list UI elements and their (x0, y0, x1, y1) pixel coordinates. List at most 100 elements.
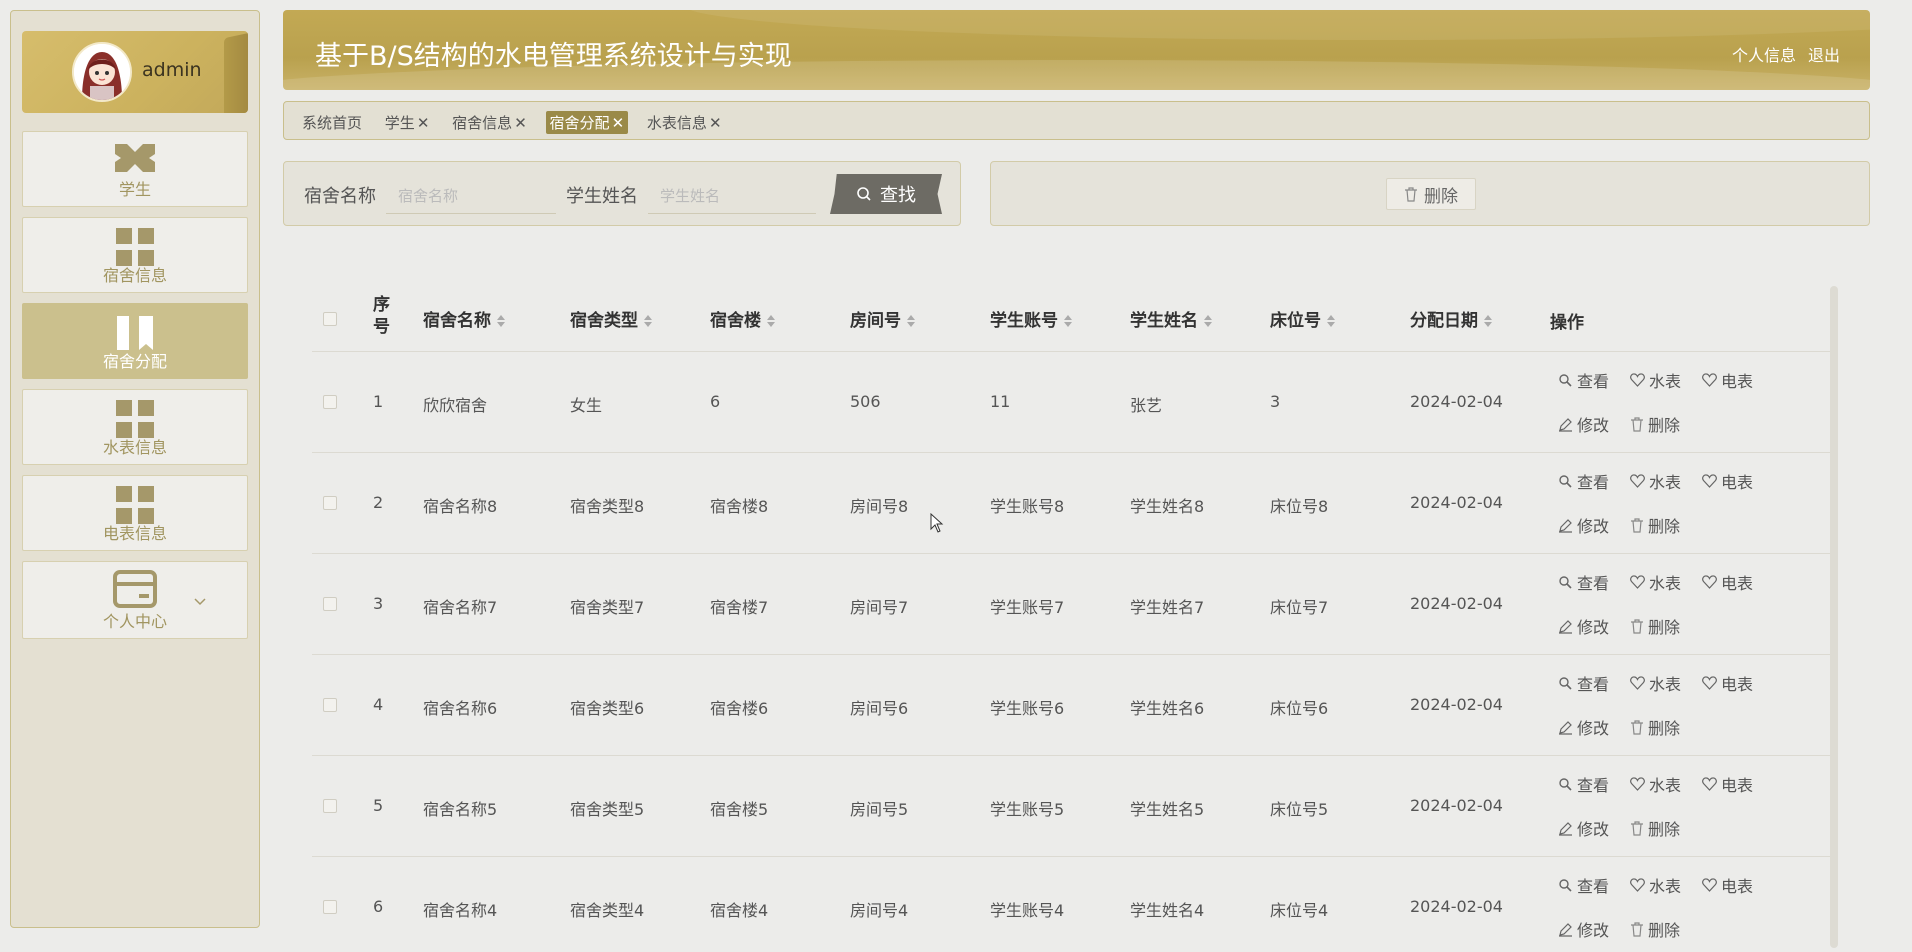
cell-bed: 床位号4 (1270, 901, 1329, 920)
col-student[interactable]: 学生姓名 (1130, 306, 1212, 331)
col-bed[interactable]: 床位号 (1270, 306, 1335, 331)
sort-icon[interactable] (1327, 314, 1335, 328)
edit-button[interactable]: 修改 (1558, 715, 1609, 739)
col-label: 床位号 (1270, 311, 1321, 331)
delete-button[interactable]: 删除 (1630, 412, 1680, 436)
col-dorm-name[interactable]: 宿舍名称 (423, 306, 505, 331)
cell-index: 5 (373, 796, 384, 815)
close-icon[interactable]: ✕ (514, 114, 527, 132)
student-name-label: 学生姓名 (566, 186, 638, 207)
water-meter-button[interactable]: 水表 (1630, 368, 1681, 392)
col-ops: 操作 (1550, 313, 1584, 333)
sort-icon[interactable] (767, 314, 775, 328)
cell-dorm-name: 欣欣宿舍 (423, 396, 488, 415)
sidebar-item-dorm-info[interactable]: 宿舍信息 (22, 217, 248, 293)
water-meter-icon (1630, 373, 1645, 387)
electric-meter-button[interactable]: 电表 (1702, 368, 1753, 392)
tab-dorm-info[interactable]: 宿舍信息 ✕ (448, 111, 531, 134)
sort-icon[interactable] (1064, 314, 1072, 328)
view-button[interactable]: 查看 (1558, 772, 1609, 796)
cell-date: 2024-02-04 (1410, 695, 1503, 714)
electric-meter-label: 电表 (1721, 473, 1754, 492)
student-name-input[interactable] (648, 178, 816, 214)
sidebar-item-student[interactable]: 学生 (22, 131, 248, 207)
sidebar-item-water-meter[interactable]: 水表信息 (22, 389, 248, 465)
sort-icon[interactable] (644, 314, 652, 328)
water-meter-icon (1630, 575, 1645, 589)
avatar[interactable] (72, 42, 132, 102)
edit-button[interactable]: 修改 (1558, 816, 1609, 840)
cell-bed: 床位号7 (1270, 598, 1329, 617)
tab-dorm-assign[interactable]: 宿舍分配 ✕ (545, 111, 629, 134)
tab-label: 宿舍分配 (549, 114, 610, 132)
cell-account: 学生账号6 (990, 699, 1065, 718)
delete-button[interactable]: 删除 (1630, 715, 1680, 739)
tab-student[interactable]: 学生 ✕ (381, 111, 434, 134)
col-account[interactable]: 学生账号 (990, 306, 1072, 331)
cell-dorm-type: 宿舍类型4 (570, 901, 645, 920)
tab-home[interactable]: 系统首页 (298, 111, 366, 134)
sidebar-item-dorm-assign[interactable]: 宿舍分配 (22, 303, 248, 379)
batch-delete-button[interactable]: 删除 (1386, 178, 1476, 210)
delete-button[interactable]: 删除 (1630, 614, 1680, 638)
sort-icon[interactable] (497, 314, 505, 328)
search-icon (857, 187, 871, 201)
scrollbar[interactable] (1830, 286, 1838, 948)
water-meter-icon (1630, 474, 1645, 488)
view-button[interactable]: 查看 (1558, 368, 1609, 392)
view-button[interactable]: 查看 (1558, 873, 1609, 897)
view-button[interactable]: 查看 (1558, 469, 1609, 493)
search-button[interactable]: 查找 (830, 174, 942, 214)
electric-meter-button[interactable]: 电表 (1702, 671, 1753, 695)
profile-link[interactable]: 个人信息 (1732, 46, 1796, 65)
edit-button[interactable]: 修改 (1558, 412, 1609, 436)
close-icon[interactable]: ✕ (612, 114, 625, 132)
sidebar-item-personal-center[interactable]: 个人中心 (22, 561, 248, 639)
edit-button[interactable]: 修改 (1558, 614, 1609, 638)
water-meter-button[interactable]: 水表 (1630, 671, 1681, 695)
close-icon[interactable]: ✕ (417, 114, 430, 132)
close-icon[interactable]: ✕ (709, 114, 722, 132)
col-room[interactable]: 房间号 (850, 306, 915, 331)
water-meter-button[interactable]: 水表 (1630, 570, 1681, 594)
sidebar-item-electric-meter[interactable]: 电表信息 (22, 475, 248, 551)
view-button[interactable]: 查看 (1558, 671, 1609, 695)
search-button-label: 查找 (880, 185, 916, 206)
electric-meter-button[interactable]: 电表 (1702, 772, 1753, 796)
water-meter-button[interactable]: 水表 (1630, 772, 1681, 796)
water-meter-label: 水表 (1649, 473, 1682, 492)
row-checkbox[interactable] (323, 496, 337, 510)
electric-meter-button[interactable]: 电表 (1702, 570, 1753, 594)
col-dorm-type[interactable]: 宿舍类型 (570, 306, 652, 331)
row-checkbox[interactable] (323, 698, 337, 712)
dorm-name-input[interactable] (386, 178, 556, 214)
delete-button[interactable]: 删除 (1630, 513, 1680, 537)
sort-icon[interactable] (907, 314, 915, 328)
logout-link[interactable]: 退出 (1808, 46, 1840, 65)
edit-button[interactable]: 修改 (1558, 513, 1609, 537)
water-meter-button[interactable]: 水表 (1630, 873, 1681, 897)
delete-icon (1630, 618, 1644, 634)
water-meter-button[interactable]: 水表 (1630, 469, 1681, 493)
row-checkbox[interactable] (323, 799, 337, 813)
row-checkbox[interactable] (323, 597, 337, 611)
table-row: 2 宿舍名称8 宿舍类型8 宿舍楼8 房间号8 学生账号8 学生姓名8 床位号8 2024-02… (312, 453, 1838, 554)
row-checkbox[interactable] (323, 900, 337, 914)
edit-label: 修改 (1577, 416, 1610, 435)
cell-dorm-name: 宿舍名称5 (423, 800, 498, 819)
electric-meter-button[interactable]: 电表 (1702, 873, 1753, 897)
view-icon (1558, 777, 1573, 792)
sort-icon[interactable] (1204, 314, 1212, 328)
tab-water-meter[interactable]: 水表信息 ✕ (643, 111, 726, 134)
select-all-checkbox[interactable] (323, 312, 337, 326)
sort-icon[interactable] (1484, 314, 1492, 328)
card-icon (113, 570, 157, 612)
edit-button[interactable]: 修改 (1558, 917, 1609, 941)
col-building[interactable]: 宿舍楼 (710, 306, 775, 331)
delete-button[interactable]: 删除 (1630, 917, 1680, 941)
view-button[interactable]: 查看 (1558, 570, 1609, 594)
row-checkbox[interactable] (323, 395, 337, 409)
delete-button[interactable]: 删除 (1630, 816, 1680, 840)
col-date[interactable]: 分配日期 (1410, 306, 1492, 331)
electric-meter-button[interactable]: 电表 (1702, 469, 1753, 493)
